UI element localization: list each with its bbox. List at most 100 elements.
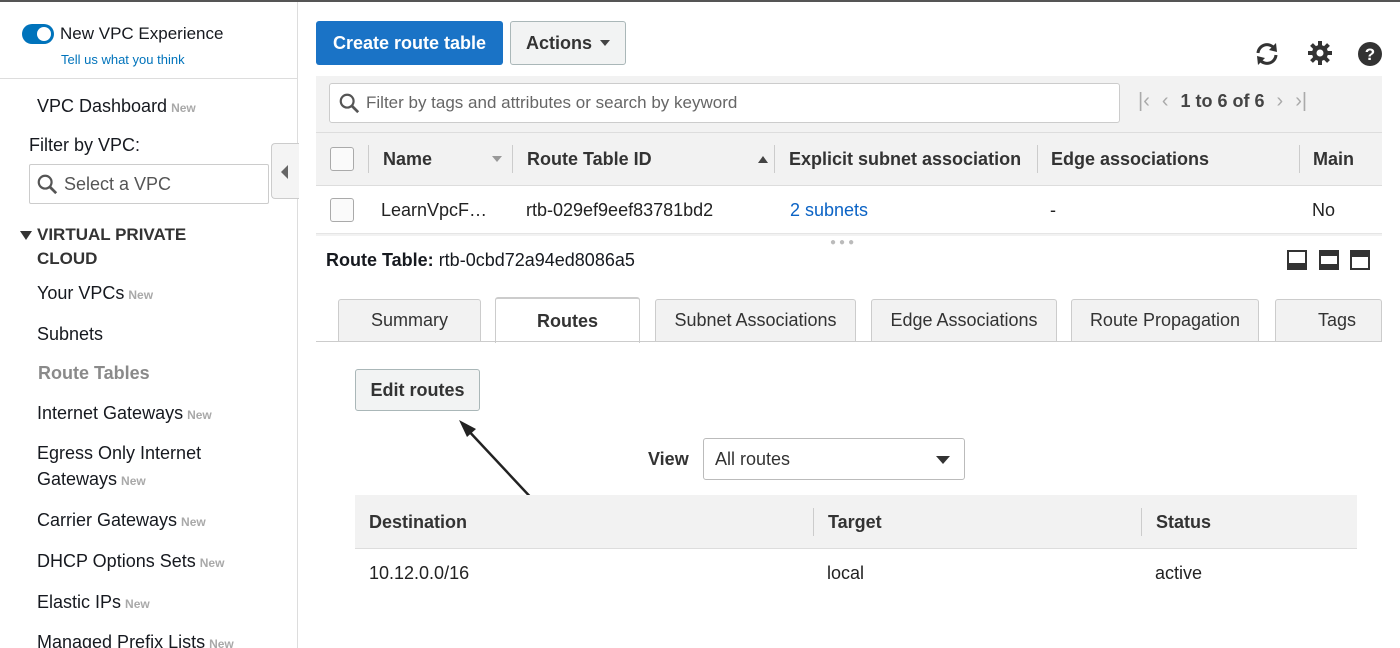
pagination: |‹ ‹ 1 to 6 of 6 › ›| — [1138, 90, 1307, 113]
actions-button[interactable]: Actions — [510, 21, 626, 65]
detail-title: Route Table: rtb-0cbd72a94ed8086a5 — [326, 250, 635, 271]
vpc-select[interactable]: Select a VPC — [29, 164, 269, 204]
row-checkbox[interactable] — [330, 198, 354, 222]
sidebar-item-label: Egress Only Internet — [37, 443, 202, 463]
cell-name: LearnVpcF… — [381, 199, 488, 220]
sidebar-item-vpc-dashboard[interactable]: VPC Dashboard New — [37, 93, 196, 121]
sidebar-collapse-button[interactable] — [271, 143, 299, 199]
table-row[interactable]: LearnVpcF… rtb-029ef9eef83781bd2 2 subne… — [316, 186, 1382, 234]
new-badge: New — [181, 515, 206, 529]
column-divider — [1141, 508, 1142, 536]
column-divider — [1299, 145, 1300, 173]
actions-label: Actions — [525, 32, 592, 53]
column-label: Explicit subnet association — [789, 148, 1022, 169]
column-header-edge-associations[interactable]: Edge associations — [1051, 133, 1209, 185]
select-all-checkbox[interactable] — [330, 147, 354, 171]
column-header-target[interactable]: Target — [828, 495, 882, 549]
column-header-route-table-id[interactable]: Route Table ID — [527, 133, 774, 185]
sidebar-item-route-tables[interactable]: Route Tables — [38, 360, 150, 386]
sidebar-item-managed-prefix-lists[interactable]: Managed Prefix Lists New — [37, 629, 234, 648]
column-header-name[interactable]: Name — [383, 133, 508, 185]
last-page-icon[interactable]: ›| — [1295, 90, 1307, 113]
view-select-value: All routes — [715, 448, 791, 469]
collapse-triangle-icon — [20, 231, 32, 240]
layout-top-icon[interactable] — [1350, 250, 1370, 270]
detail-title-value: rtb-0cbd72a94ed8086a5 — [438, 250, 635, 270]
chevron-down-icon — [600, 40, 610, 46]
filter-search-input[interactable]: Filter by tags and attributes or search … — [329, 83, 1120, 123]
sidebar-item-dhcp-options-sets[interactable]: DHCP Options Sets New — [37, 548, 224, 576]
detail-title-label: Route Table: — [326, 250, 434, 270]
sidebar-item-egress-only-internet-gateways[interactable]: Egress Only Internet Gateways New — [37, 440, 201, 494]
column-header-status[interactable]: Status — [1156, 495, 1211, 549]
new-badge: New — [121, 474, 146, 488]
chevron-down-icon — [936, 456, 950, 464]
layout-split-icon[interactable] — [1319, 250, 1339, 270]
sidebar-item-subnets[interactable]: Subnets — [37, 321, 103, 347]
column-label: Edge associations — [1051, 148, 1210, 169]
view-label: View — [648, 449, 689, 469]
first-page-icon[interactable]: |‹ — [1138, 90, 1150, 113]
cell-edge: - — [1050, 199, 1056, 220]
cell-destination: 10.12.0.0/16 — [369, 562, 470, 583]
cell-target: local — [827, 562, 865, 583]
sidebar-item-label: Elastic IPs — [37, 592, 122, 612]
tab-routes[interactable]: Routes — [495, 297, 640, 343]
column-divider — [1037, 145, 1038, 173]
sidebar-item-internet-gateways[interactable]: Internet Gateways New — [37, 400, 212, 428]
sidebar-item-your-vpcs[interactable]: Your VPCs New — [37, 280, 153, 308]
section-virtual-private-cloud[interactable]: VIRTUAL PRIVATE CLOUD — [20, 223, 187, 271]
column-label: Main — [1313, 148, 1355, 169]
column-label: Route Table ID — [527, 148, 652, 169]
sidebar-item-label: Internet Gateways — [37, 403, 184, 423]
sidebar-item-elastic-ips[interactable]: Elastic IPs New — [37, 589, 150, 617]
column-divider — [512, 145, 513, 173]
sidebar-item-label: Your VPCs — [37, 283, 125, 303]
pager-text: 1 to 6 of 6 — [1180, 91, 1265, 111]
sidebar-item-label: Route Tables — [38, 363, 150, 383]
view-select[interactable]: All routes — [703, 438, 965, 480]
new-badge: New — [187, 408, 212, 422]
search-icon — [37, 174, 58, 195]
sidebar-divider — [0, 78, 297, 79]
column-header-explicit-subnet[interactable]: Explicit subnet association — [789, 133, 1025, 185]
tab-tags[interactable]: Tags — [1275, 299, 1382, 341]
gear-icon[interactable] — [1306, 39, 1334, 67]
new-badge: New — [125, 597, 150, 611]
section-title-line1: VIRTUAL PRIVATE — [37, 225, 187, 244]
column-divider — [368, 145, 369, 173]
cell-main: No — [1312, 199, 1336, 220]
new-vpc-toggle[interactable] — [22, 24, 54, 44]
tab-subnet-associations[interactable]: Subnet Associations — [655, 299, 856, 341]
toggle-label: New VPC Experience — [60, 24, 224, 43]
sidebar-item-carrier-gateways[interactable]: Carrier Gateways New — [37, 507, 206, 535]
svg-text:?: ? — [1365, 45, 1375, 64]
filter-placeholder: Filter by tags and attributes or search … — [366, 93, 738, 112]
new-vpc-toggle-row[interactable]: New VPC Experience — [22, 24, 223, 44]
tabs-divider — [316, 341, 1382, 342]
refresh-icon[interactable] — [1253, 40, 1281, 68]
filter-by-vpc-label: Filter by VPC: — [29, 135, 141, 155]
prev-page-icon[interactable]: ‹ — [1162, 90, 1169, 113]
column-header-main[interactable]: Main — [1313, 133, 1354, 185]
help-icon[interactable]: ? — [1356, 40, 1384, 68]
tab-summary[interactable]: Summary — [338, 299, 481, 341]
column-divider — [813, 508, 814, 536]
resize-grip-icon[interactable]: ●●● — [830, 237, 857, 248]
tab-edge-associations[interactable]: Edge Associations — [871, 299, 1057, 341]
feedback-link[interactable]: Tell us what you think — [61, 52, 185, 67]
cell-subnet-link[interactable]: 2 subnets — [790, 186, 868, 234]
next-page-icon[interactable]: › — [1277, 90, 1284, 113]
sidebar-item-label: Managed Prefix Lists — [37, 632, 206, 648]
tab-route-propagation[interactable]: Route Propagation — [1071, 299, 1259, 341]
column-header-destination[interactable]: Destination — [369, 495, 467, 549]
new-badge: New — [171, 101, 196, 115]
sidebar-item-label: VPC Dashboard — [37, 96, 168, 116]
new-badge: New — [199, 556, 225, 570]
search-icon — [339, 93, 360, 114]
vpc-select-placeholder: Select a VPC — [64, 173, 172, 194]
layout-bottom-icon[interactable] — [1287, 250, 1307, 270]
cell-route-table-id: rtb-029ef9eef83781bd2 — [526, 199, 714, 220]
new-badge: New — [128, 288, 154, 302]
create-route-table-button[interactable]: Create route table — [316, 21, 503, 65]
